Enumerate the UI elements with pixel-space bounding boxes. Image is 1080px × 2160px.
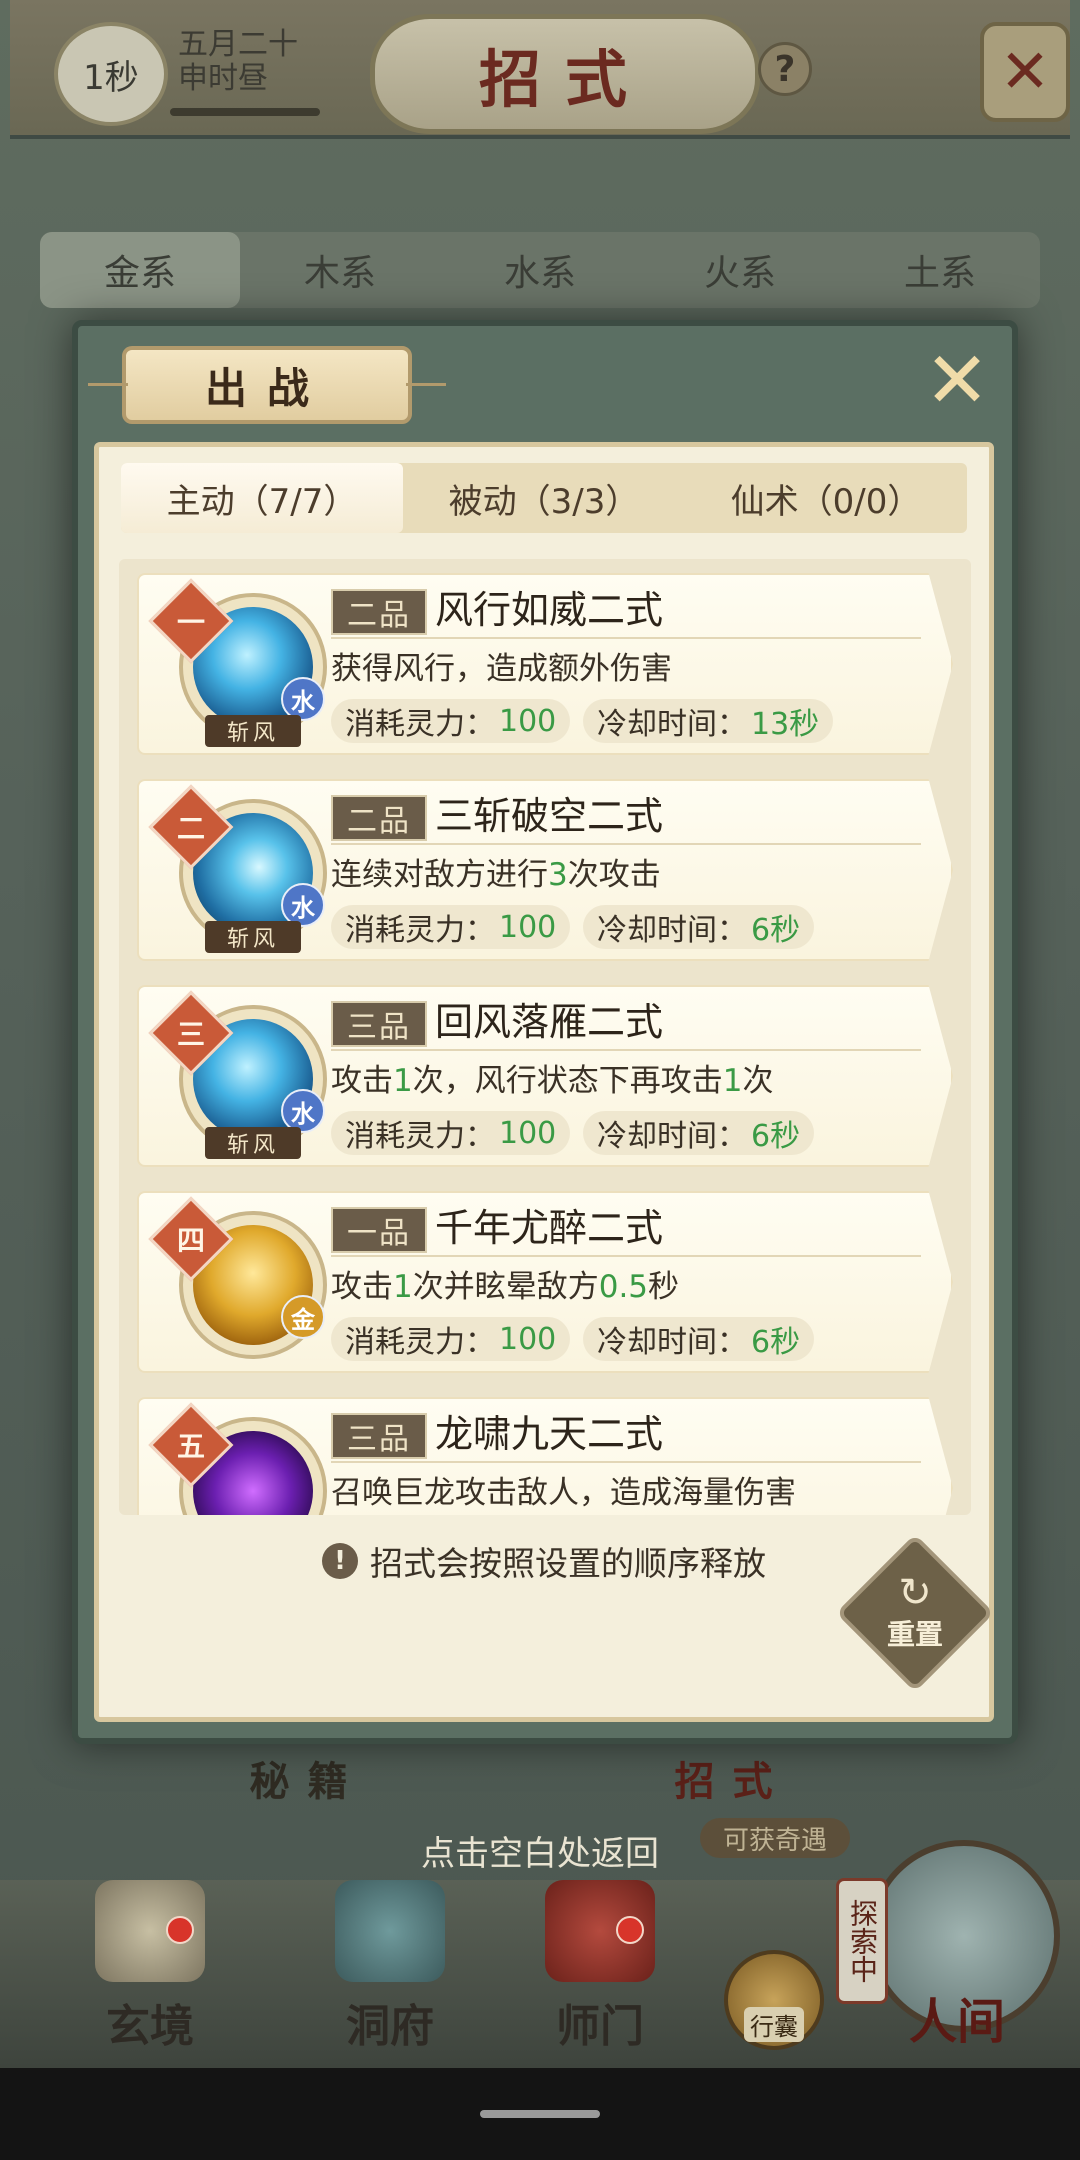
mana-cost: 消耗灵力： 100 [331, 905, 571, 949]
skill-description: 攻击1次，风行状态下再攻击1次 [331, 1063, 774, 1099]
mana-cost: 消耗灵力： 100 [331, 1317, 571, 1361]
date-line-2: 申时昼 [178, 61, 268, 96]
home-indicator[interactable] [480, 2110, 600, 2118]
lower-tabs: 秘籍 招式 [95, 1742, 945, 1814]
skill-card[interactable]: 金 四 一品 千年尤醉二式 攻击1次并眩晕敌方0.5秒 消耗灵力： 100 冷却时… [137, 1191, 953, 1373]
divider [331, 1255, 921, 1257]
top-header: 1秒 五月二十 申时昼 招式 ? ✕ [10, 0, 1070, 139]
nav-label: 洞府 [346, 2001, 434, 2052]
grade-tag: 一品 [331, 1207, 427, 1253]
divider [331, 843, 921, 845]
nav-xuanjing[interactable]: 玄境 [60, 1880, 240, 2068]
skill-mode-tabs: 主动（7/7） 被动（3/3） 仙术（0/0） [121, 463, 967, 533]
order-hint: ! 招式会按照设置的顺序释放 [99, 1533, 989, 1589]
grade-tag: 三品 [331, 1413, 427, 1459]
divider [331, 637, 921, 639]
tab-fire[interactable]: 火系 [640, 232, 840, 308]
nav-dongfu[interactable]: 洞府 [300, 1880, 480, 2068]
skill-name: 回风落雁二式 [435, 1000, 664, 1044]
modal-title: 出战 [88, 346, 446, 424]
help-icon[interactable]: ? [758, 42, 812, 96]
page-title: 招式 [370, 14, 760, 134]
tab-water[interactable]: 水系 [440, 232, 640, 308]
notification-dot [166, 1916, 194, 1944]
tab-wood[interactable]: 木系 [240, 232, 440, 308]
notification-dot [616, 1916, 644, 1944]
adventure-tag: 可获奇遇 [700, 1818, 850, 1858]
cooldown: 冷却时间： 6秒 [583, 1317, 815, 1361]
nav-label: 师门 [556, 2001, 644, 2052]
bag-icon[interactable]: 行囊 [724, 1950, 824, 2050]
cooldown: 冷却时间： 6秒 [583, 905, 815, 949]
skill-card[interactable]: 五 三品 龙啸九天二式 召唤巨龙攻击敌人，造成海量伤害 [137, 1397, 953, 1515]
time-progress-bar [170, 108, 320, 116]
grade-tag: 三品 [331, 1001, 427, 1047]
tab-earth[interactable]: 土系 [840, 232, 1040, 308]
page-close-icon[interactable]: ✕ [980, 22, 1070, 122]
date-line-1: 五月二十 [178, 27, 298, 62]
skill-type: 斩风 [205, 1127, 301, 1159]
tab-passive-skills[interactable]: 被动（3/3） [403, 463, 685, 533]
skill-name: 龙啸九天二式 [435, 1412, 664, 1456]
world-label[interactable]: 人间 [872, 1982, 1042, 2052]
tab-active-skills[interactable]: 主动（7/7） [121, 463, 403, 533]
game-date: 五月二十 申时昼 [178, 28, 298, 96]
skill-card[interactable]: 水 斩风 二 二品 三斩破空二式 连续对敌方进行3次攻击 消耗灵力： 100 冷却… [137, 779, 953, 961]
order-hint-text: 招式会按照设置的顺序释放 [370, 1544, 766, 1583]
divider [331, 1049, 921, 1051]
skill-type: 斩风 [205, 715, 301, 747]
grade-tag: 二品 [331, 589, 427, 635]
reset-label: 重置 [886, 1618, 943, 1651]
close-icon[interactable]: ✕ [920, 342, 994, 420]
tab-moves[interactable]: 招式 [520, 1742, 945, 1814]
skill-name: 风行如威二式 [435, 588, 664, 632]
refresh-icon: ↻ [898, 1570, 932, 1616]
skill-card[interactable]: 水 斩风 一 二品 风行如威二式 获得风行，造成额外伤害 消耗灵力： 100 冷却… [137, 573, 953, 755]
pavilion-icon [335, 1880, 445, 1982]
skill-list[interactable]: 水 斩风 一 二品 风行如威二式 获得风行，造成额外伤害 消耗灵力： 100 冷却… [119, 559, 971, 1515]
element-tabs: 金系 木系 水系 火系 土系 [40, 232, 1040, 308]
nav-label: 玄境 [106, 2001, 194, 2052]
mana-cost: 消耗灵力： 100 [331, 699, 571, 743]
skill-name: 三斩破空二式 [435, 794, 664, 838]
tab-secret-books[interactable]: 秘籍 [95, 1742, 520, 1814]
cooldown: 冷却时间： 6秒 [583, 1111, 815, 1155]
modal-content: 主动（7/7） 被动（3/3） 仙术（0/0） 水 斩风 一 二品 风行如威二式… [94, 442, 995, 1722]
deploy-modal: 出战 ✕ 主动（7/7） 被动（3/3） 仙术（0/0） 水 斩风 一 二品 风… [72, 320, 1018, 1744]
skill-card[interactable]: 水 斩风 三 三品 回风落雁二式 攻击1次，风行状态下再攻击1次 消耗灵力： 10… [137, 985, 953, 1167]
tab-spells[interactable]: 仙术（0/0） [685, 463, 967, 533]
warning-icon: ! [322, 1543, 358, 1579]
grade-tag: 二品 [331, 795, 427, 841]
skill-description: 召唤巨龙攻击敌人，造成海量伤害 [331, 1475, 796, 1511]
tab-metal[interactable]: 金系 [40, 232, 240, 308]
mana-cost: 消耗灵力： 100 [331, 1111, 571, 1155]
bag-label: 行囊 [744, 2007, 804, 2042]
element-badge: 金 [281, 1295, 325, 1339]
skill-name: 千年尤醉二式 [435, 1206, 664, 1250]
skill-description: 攻击1次并眩晕敌方0.5秒 [331, 1269, 680, 1305]
cooldown: 冷却时间： 13秒 [583, 699, 834, 743]
nav-shimen[interactable]: 师门 [510, 1880, 690, 2068]
time-badge: 1秒 [54, 22, 168, 126]
skill-description: 获得风行，造成额外伤害 [331, 651, 672, 687]
skill-type: 斩风 [205, 921, 301, 953]
divider [331, 1461, 921, 1463]
skill-description: 连续对敌方进行3次攻击 [331, 857, 661, 893]
